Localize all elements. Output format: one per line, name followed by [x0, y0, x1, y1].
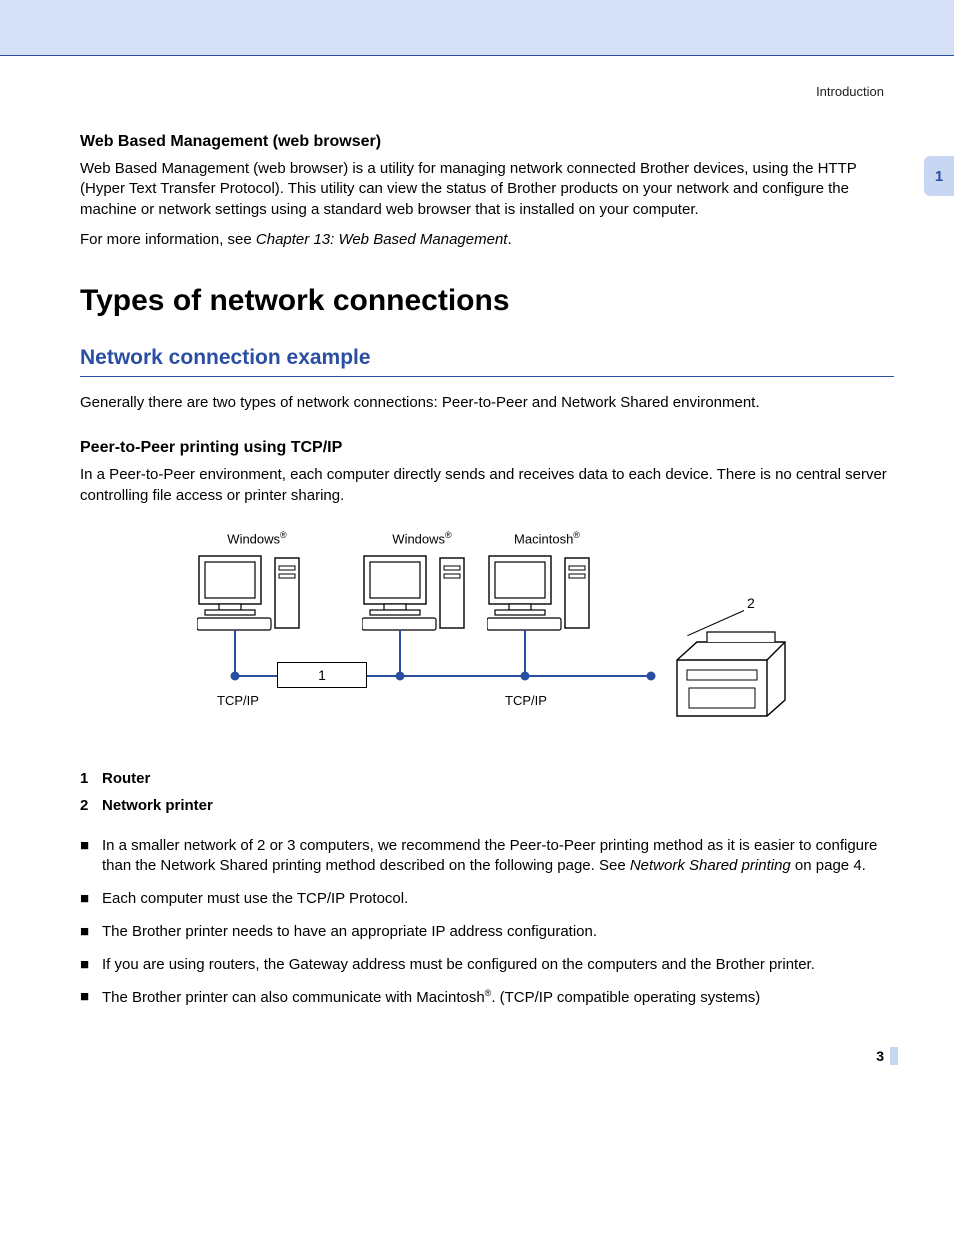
list-item: ■ The Brother printer needs to have an a… — [80, 922, 894, 943]
os-label-1: Windows® — [197, 530, 317, 546]
legend-label: Router — [102, 770, 150, 787]
page-number: 3 — [876, 1047, 898, 1065]
running-head: Introduction — [80, 84, 894, 99]
bullet-marker: ■ — [80, 889, 102, 910]
list-item: ■ Each computer must use the TCP/IP Prot… — [80, 889, 894, 910]
os-label-3: Macintosh® — [487, 530, 607, 546]
heading-nce: Network connection example — [80, 346, 894, 370]
network-node — [521, 671, 530, 680]
bullet-marker: ■ — [80, 922, 102, 943]
cross-reference[interactable]: Network Shared printing — [630, 857, 791, 874]
section-rule — [80, 376, 894, 377]
registered-mark: ® — [445, 530, 452, 540]
network-line — [234, 630, 236, 675]
page-body: Introduction 1 Web Based Management (web… — [0, 56, 954, 1061]
computer-icon — [197, 552, 307, 632]
bullet-text: If you are using routers, the Gateway ad… — [102, 955, 894, 976]
top-banner — [0, 0, 954, 56]
bullet-list: ■ In a smaller network of 2 or 3 compute… — [80, 836, 894, 1009]
os-label-2: Windows® — [362, 530, 482, 546]
computer-icon — [362, 552, 472, 632]
text-fragment: on page 4. — [791, 857, 866, 874]
legend-num: 2 — [80, 797, 102, 814]
legend-row: 1 Router — [80, 770, 894, 787]
list-item: ■ The Brother printer can also communica… — [80, 987, 894, 1009]
heading-wbm: Web Based Management (web browser) — [80, 133, 894, 151]
text-fragment: The Brother printer can also communicate… — [102, 989, 485, 1006]
list-item: ■ If you are using routers, the Gateway … — [80, 955, 894, 976]
legend-num: 1 — [80, 770, 102, 787]
legend-label: Network printer — [102, 797, 213, 814]
legend-row: 2 Network printer — [80, 797, 894, 814]
bullet-marker: ■ — [80, 955, 102, 976]
text-fragment: . (TCP/IP compatible operating systems) — [491, 989, 760, 1006]
cross-reference[interactable]: Chapter 13: Web Based Management — [256, 231, 508, 248]
page-number-value: 3 — [876, 1048, 884, 1064]
bullet-text: Each computer must use the TCP/IP Protoc… — [102, 889, 894, 910]
text-fragment: Windows — [227, 531, 280, 546]
diagram-legend: 1 Router 2 Network printer — [80, 770, 894, 814]
network-node — [231, 671, 240, 680]
para-wbm: Web Based Management (web browser) is a … — [80, 159, 894, 220]
para-nce: Generally there are two types of network… — [80, 393, 894, 413]
bullet-marker: ■ — [80, 836, 102, 877]
text-fragment: For more information, see — [80, 231, 256, 248]
bullet-marker: ■ — [80, 987, 102, 1009]
heading-p2p: Peer-to-Peer printing using TCP/IP — [80, 439, 894, 457]
para-p2p: In a Peer-to-Peer environment, each comp… — [80, 465, 894, 506]
text-fragment: . — [507, 231, 511, 248]
tcpip-label: TCP/IP — [217, 693, 259, 708]
callout-number: 2 — [747, 595, 755, 611]
list-item: ■ In a smaller network of 2 or 3 compute… — [80, 836, 894, 877]
network-line — [399, 630, 401, 675]
network-node — [396, 671, 405, 680]
registered-mark: ® — [280, 530, 287, 540]
network-node — [647, 671, 656, 680]
heading-types: Types of network connections — [80, 284, 894, 318]
page-number-accent — [890, 1047, 898, 1065]
chapter-tab: 1 — [924, 156, 954, 196]
router-box: 1 — [277, 662, 367, 688]
text-fragment: Macintosh — [514, 531, 573, 546]
bullet-text: The Brother printer needs to have an app… — [102, 922, 894, 943]
router-number: 1 — [318, 667, 326, 683]
para-wbm-ref: For more information, see Chapter 13: We… — [80, 230, 894, 250]
network-line — [524, 630, 526, 675]
tcpip-label: TCP/IP — [505, 693, 547, 708]
printer-icon — [667, 630, 797, 720]
registered-mark: ® — [573, 530, 580, 540]
bullet-text: In a smaller network of 2 or 3 computers… — [102, 836, 894, 877]
network-diagram: Windows® Windows® Macintosh® — [187, 530, 787, 740]
text-fragment: Windows — [392, 531, 445, 546]
computer-icon — [487, 552, 597, 632]
bullet-text: The Brother printer can also communicate… — [102, 987, 894, 1009]
